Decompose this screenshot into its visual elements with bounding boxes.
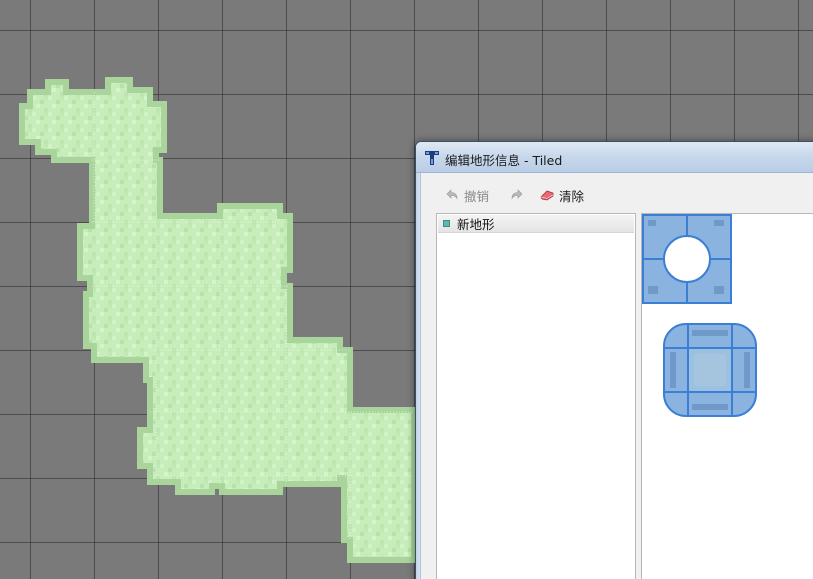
clear-label: 清除 bbox=[559, 188, 585, 204]
toolbar: 撤销 清除 bbox=[421, 173, 813, 213]
terrain-editor-dialog: 编辑地形信息 - Tiled 撤销 清除 新地形 bbox=[415, 141, 813, 579]
title-bar[interactable]: 编辑地形信息 - Tiled bbox=[416, 142, 813, 173]
tiled-icon bbox=[424, 150, 440, 166]
redo-button[interactable] bbox=[509, 185, 525, 205]
terrain-full-tile bbox=[663, 323, 757, 417]
terrain-name: 新地形 bbox=[457, 217, 495, 232]
terrain-list[interactable]: 新地形 bbox=[436, 213, 636, 579]
terrain-region bbox=[19, 77, 417, 563]
undo-icon bbox=[446, 189, 458, 200]
eraser-icon bbox=[540, 190, 554, 201]
undo-button[interactable]: 撤销 bbox=[444, 185, 489, 205]
clear-button[interactable]: 清除 bbox=[539, 185, 584, 205]
terrain-color-swatch bbox=[443, 220, 450, 227]
window-title: 编辑地形信息 - Tiled bbox=[445, 153, 563, 168]
undo-label: 撤销 bbox=[464, 188, 490, 204]
tileset-canvas bbox=[642, 214, 757, 417]
tileset-view[interactable] bbox=[641, 213, 813, 579]
terrain-corner-inner-tile bbox=[642, 214, 732, 304]
redo-icon bbox=[511, 189, 523, 200]
terrain-list-item[interactable]: 新地形 bbox=[438, 215, 634, 233]
dialog-client-area: 撤销 清除 新地形 bbox=[421, 173, 813, 579]
